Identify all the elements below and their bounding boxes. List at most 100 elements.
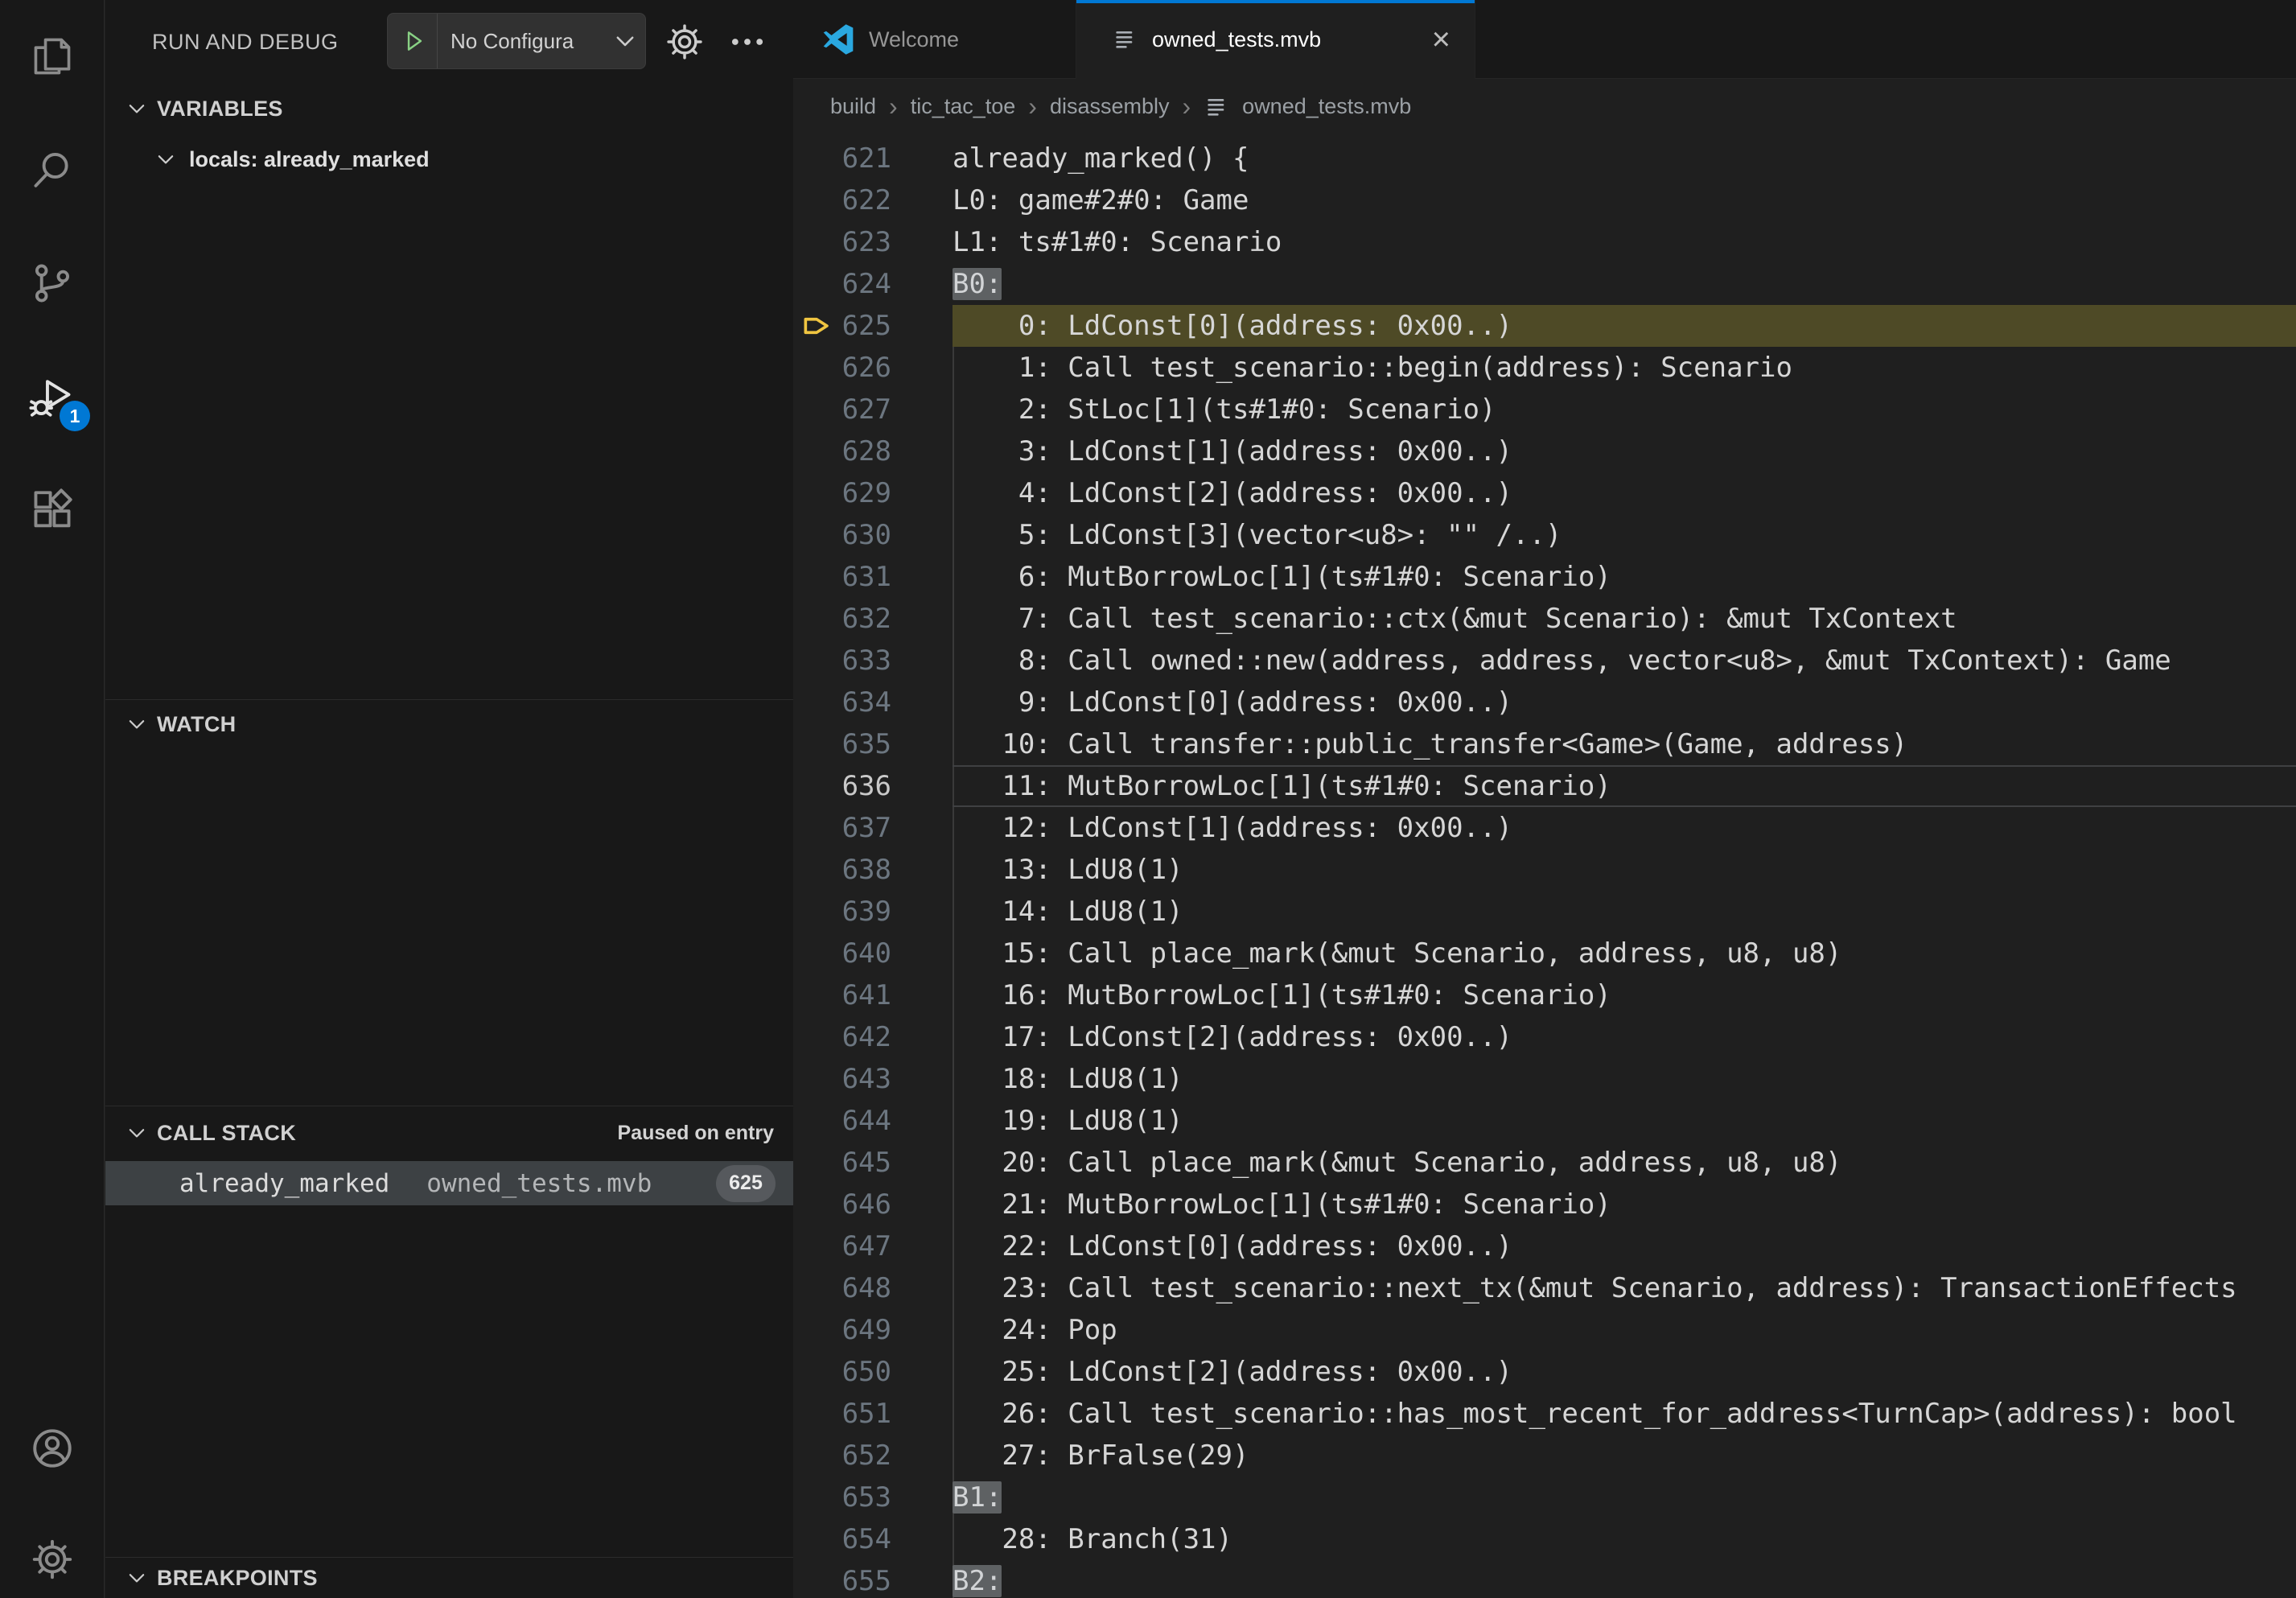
gutter-glyph-margin[interactable]	[793, 974, 840, 1016]
gutter-glyph-margin[interactable]	[793, 807, 840, 849]
code-line-635[interactable]: 635 10: Call transfer::public_transfer<G…	[793, 723, 2296, 765]
activity-account-button[interactable]	[29, 1425, 76, 1472]
line-number[interactable]: 625	[840, 305, 891, 347]
code-text[interactable]: L0: game#2#0: Game	[953, 179, 2296, 221]
sidebar-activity-explorer[interactable]	[29, 33, 76, 80]
line-number[interactable]: 641	[840, 974, 891, 1016]
code-line-647[interactable]: 647 22: LdConst[0](address: 0x00..)	[793, 1225, 2296, 1267]
gutter-glyph-margin[interactable]	[793, 263, 840, 305]
gutter-glyph-margin[interactable]	[793, 849, 840, 891]
code-text[interactable]: 11: MutBorrowLoc[1](ts#1#0: Scenario)	[953, 765, 2296, 807]
gutter-glyph-margin[interactable]	[793, 221, 840, 263]
breakpoints-section-header[interactable]: BREAKPOINTS	[105, 1558, 793, 1598]
code-text[interactable]: 17: LdConst[2](address: 0x00..)	[953, 1016, 2296, 1058]
line-number[interactable]: 628	[840, 430, 891, 472]
line-number[interactable]: 643	[840, 1058, 891, 1100]
tab-owned-tests[interactable]: owned_tests.mvb ×	[1076, 0, 1475, 79]
code-line-624[interactable]: 624B0:	[793, 263, 2296, 305]
code-line-655[interactable]: 655B2:	[793, 1560, 2296, 1598]
gutter-glyph-margin[interactable]	[793, 472, 840, 514]
gutter-glyph-margin[interactable]	[793, 389, 840, 430]
close-icon[interactable]: ×	[1432, 23, 1450, 56]
gutter-glyph-margin[interactable]	[793, 1560, 840, 1598]
code-text[interactable]: 25: LdConst[2](address: 0x00..)	[953, 1351, 2296, 1393]
code-text[interactable]: 16: MutBorrowLoc[1](ts#1#0: Scenario)	[953, 974, 2296, 1016]
code-text[interactable]: 24: Pop	[953, 1309, 2296, 1351]
code-line-650[interactable]: 650 25: LdConst[2](address: 0x00..)	[793, 1351, 2296, 1393]
breadcrumb-item-file[interactable]: owned_tests.mvb	[1242, 94, 1411, 119]
code-line-634[interactable]: 634 9: LdConst[0](address: 0x00..)	[793, 682, 2296, 723]
gutter-glyph-margin[interactable]	[793, 1058, 840, 1100]
gutter-glyph-margin[interactable]	[793, 556, 840, 598]
start-debugging-button[interactable]	[388, 14, 438, 68]
gutter-glyph-margin[interactable]	[793, 347, 840, 389]
code-text[interactable]: 21: MutBorrowLoc[1](ts#1#0: Scenario)	[953, 1184, 2296, 1225]
code-line-630[interactable]: 630 5: LdConst[3](vector<u8>: "" /..)	[793, 514, 2296, 556]
gutter-glyph-margin[interactable]	[793, 765, 840, 807]
code-text[interactable]: 22: LdConst[0](address: 0x00..)	[953, 1225, 2296, 1267]
code-text[interactable]: 3: LdConst[1](address: 0x00..)	[953, 430, 2296, 472]
variables-section-header[interactable]: VARIABLES	[105, 85, 793, 132]
code-line-632[interactable]: 632 7: Call test_scenario::ctx(&mut Scen…	[793, 598, 2296, 640]
code-text[interactable]: B1:	[953, 1477, 2296, 1518]
gutter-glyph-margin[interactable]	[793, 430, 840, 472]
code-line-628[interactable]: 628 3: LdConst[1](address: 0x00..)	[793, 430, 2296, 472]
tab-welcome[interactable]: Welcome	[793, 0, 1076, 79]
code-text[interactable]: 18: LdU8(1)	[953, 1058, 2296, 1100]
gutter-glyph-margin[interactable]	[793, 1351, 840, 1393]
line-number[interactable]: 632	[840, 598, 891, 640]
code-line-649[interactable]: 649 24: Pop	[793, 1309, 2296, 1351]
gutter-glyph-margin[interactable]	[793, 1309, 840, 1351]
code-text[interactable]: 6: MutBorrowLoc[1](ts#1#0: Scenario)	[953, 556, 2296, 598]
gutter-glyph-margin[interactable]	[793, 514, 840, 556]
code-line-631[interactable]: 631 6: MutBorrowLoc[1](ts#1#0: Scenario)	[793, 556, 2296, 598]
line-number[interactable]: 635	[840, 723, 891, 765]
views-more-actions-icon[interactable]	[726, 21, 768, 63]
code-line-639[interactable]: 639 14: LdU8(1)	[793, 891, 2296, 933]
line-number[interactable]: 633	[840, 640, 891, 682]
code-text[interactable]: 5: LdConst[3](vector<u8>: "" /..)	[953, 514, 2296, 556]
line-number[interactable]: 644	[840, 1100, 891, 1142]
gutter-glyph-margin[interactable]	[793, 933, 840, 974]
line-number[interactable]: 645	[840, 1142, 891, 1184]
code-line-646[interactable]: 646 21: MutBorrowLoc[1](ts#1#0: Scenario…	[793, 1184, 2296, 1225]
line-number[interactable]: 624	[840, 263, 891, 305]
code-text[interactable]: 14: LdU8(1)	[953, 891, 2296, 933]
code-text[interactable]: 12: LdConst[1](address: 0x00..)	[953, 807, 2296, 849]
variables-scope-locals[interactable]: locals: already_marked	[105, 137, 793, 182]
code-line-641[interactable]: 641 16: MutBorrowLoc[1](ts#1#0: Scenario…	[793, 974, 2296, 1016]
gutter-glyph-margin[interactable]	[793, 1100, 840, 1142]
code-text[interactable]: 2: StLoc[1](ts#1#0: Scenario)	[953, 389, 2296, 430]
code-text[interactable]: B2:	[953, 1560, 2296, 1598]
code-text[interactable]: 15: Call place_mark(&mut Scenario, addre…	[953, 933, 2296, 974]
code-text[interactable]: 1: Call test_scenario::begin(address): S…	[953, 347, 2296, 389]
code-text[interactable]: 8: Call owned::new(address, address, vec…	[953, 640, 2296, 682]
code-line-621[interactable]: 621already_marked() {	[793, 138, 2296, 179]
code-line-623[interactable]: 623L1: ts#1#0: Scenario	[793, 221, 2296, 263]
activity-manage-button[interactable]	[29, 1536, 76, 1583]
gutter-glyph-margin[interactable]	[793, 1184, 840, 1225]
debug-stackframe-gutter[interactable]	[793, 305, 840, 347]
gutter-glyph-margin[interactable]	[793, 891, 840, 933]
code-line-626[interactable]: 626 1: Call test_scenario::begin(address…	[793, 347, 2296, 389]
line-number[interactable]: 621	[840, 138, 891, 179]
code-line-644[interactable]: 644 19: LdU8(1)	[793, 1100, 2296, 1142]
line-number[interactable]: 626	[840, 347, 891, 389]
code-line-640[interactable]: 640 15: Call place_mark(&mut Scenario, a…	[793, 933, 2296, 974]
code-line-629[interactable]: 629 4: LdConst[2](address: 0x00..)	[793, 472, 2296, 514]
call-stack-section-header[interactable]: CALL STACK Paused on entry	[105, 1106, 793, 1159]
code-line-645[interactable]: 645 20: Call place_mark(&mut Scenario, a…	[793, 1142, 2296, 1184]
line-number[interactable]: 647	[840, 1225, 891, 1267]
code-text[interactable]: 0: LdConst[0](address: 0x00..)	[953, 305, 2296, 347]
code-text[interactable]: 23: Call test_scenario::next_tx(&mut Sce…	[953, 1267, 2296, 1309]
code-line-625[interactable]: 625 0: LdConst[0](address: 0x00..)	[793, 305, 2296, 347]
debug-settings-gear-icon[interactable]	[664, 21, 706, 63]
line-number[interactable]: 637	[840, 807, 891, 849]
sidebar-activity-search[interactable]	[29, 147, 76, 194]
sidebar-activity-run-and-debug[interactable]: 1	[29, 374, 76, 421]
gutter-glyph-margin[interactable]	[793, 179, 840, 221]
line-number[interactable]: 631	[840, 556, 891, 598]
code-line-642[interactable]: 642 17: LdConst[2](address: 0x00..)	[793, 1016, 2296, 1058]
code-line-654[interactable]: 654 28: Branch(31)	[793, 1518, 2296, 1560]
code-text[interactable]: 27: BrFalse(29)	[953, 1435, 2296, 1477]
